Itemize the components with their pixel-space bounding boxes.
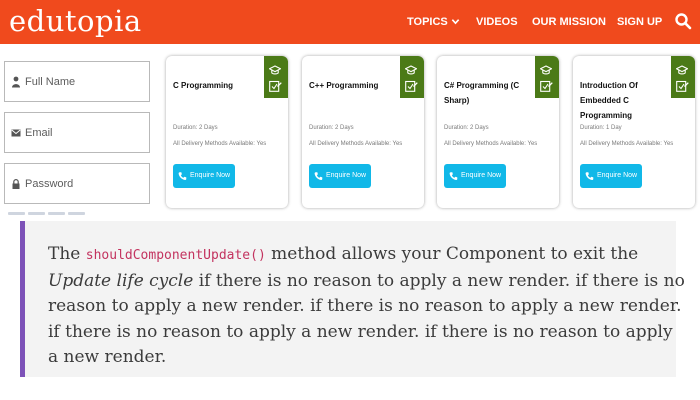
divider-segment: [28, 212, 45, 215]
edit-document-icon: [269, 80, 282, 92]
envelope-icon: [11, 129, 21, 137]
quote-lead: The: [48, 244, 86, 264]
divider-segment: [8, 212, 25, 215]
search-icon[interactable]: [674, 12, 692, 30]
course-title: C Programming: [173, 81, 234, 90]
edit-document-icon: [405, 80, 418, 92]
user-icon: [12, 76, 20, 88]
course-card-csharp-programming[interactable]: C# Programming (C Sharp) Duration: 2 Day…: [437, 56, 559, 208]
form-divider: [8, 212, 86, 215]
graduation-cap-icon: [676, 65, 688, 75]
enquire-now-label: Enquire Now: [326, 172, 367, 179]
blockquote-text: The shouldComponentUpdate() method allow…: [48, 242, 688, 371]
nav-topics-label: TOPICS: [407, 16, 448, 28]
enquire-now-label: Enquire Now: [190, 172, 231, 179]
chevron-down-icon: [451, 19, 460, 25]
graduation-cap-icon: [269, 65, 281, 75]
nav-videos[interactable]: VIDEOS: [476, 15, 518, 29]
course-duration: Duration: 2 Days: [444, 125, 489, 131]
enquire-now-label: Enquire Now: [461, 172, 502, 179]
course-delivery: All Delivery Methods Available: Yes: [444, 141, 538, 147]
course-delivery: All Delivery Methods Available: Yes: [580, 141, 674, 147]
nav-topics[interactable]: TOPICS: [407, 15, 460, 29]
full-name-field[interactable]: [4, 61, 150, 102]
course-title: Introduction Of Embedded C Programming: [580, 81, 638, 120]
enquire-now-button[interactable]: Enquire Now: [309, 164, 371, 188]
password-field[interactable]: [4, 163, 150, 204]
full-name-input[interactable]: [25, 72, 145, 92]
course-delivery: All Delivery Methods Available: Yes: [173, 141, 267, 147]
phone-icon: [314, 172, 323, 180]
course-card-cpp-programming[interactable]: C++ Programming Duration: 2 Days All Del…: [302, 56, 424, 208]
course-badge[interactable]: [535, 56, 559, 98]
quote-emphasis: Update life cycle: [48, 270, 194, 291]
course-card-c-programming[interactable]: C Programming Duration: 2 Days All Deliv…: [166, 56, 288, 208]
top-navbar: edutopia TOPICS VIDEOS OUR MISSION SIGN …: [0, 0, 700, 44]
phone-icon: [449, 172, 458, 180]
nav-sign-up[interactable]: SIGN UP: [617, 15, 662, 29]
graduation-cap-icon: [405, 65, 417, 75]
site-logo[interactable]: edutopia: [9, 3, 142, 39]
phone-icon: [585, 172, 594, 180]
phone-icon: [178, 172, 187, 180]
quote-part-2: method allows your Component to exit the: [265, 244, 639, 264]
edit-document-icon: [676, 80, 689, 92]
divider-segment: [68, 212, 85, 215]
course-title: C# Programming (C Sharp): [444, 81, 520, 105]
edit-document-icon: [540, 80, 553, 92]
password-input[interactable]: [25, 174, 145, 194]
inline-code: shouldComponentUpdate(): [85, 248, 266, 263]
enquire-now-button[interactable]: Enquire Now: [173, 164, 235, 188]
course-card-embedded-c[interactable]: Introduction Of Embedded C Programming D…: [573, 56, 695, 208]
course-duration: Duration: 2 Days: [309, 125, 354, 131]
course-delivery: All Delivery Methods Available: Yes: [309, 141, 403, 147]
enquire-now-label: Enquire Now: [597, 172, 638, 179]
course-badge[interactable]: [671, 56, 695, 98]
enquire-now-button[interactable]: Enquire Now: [580, 164, 642, 188]
enquire-now-button[interactable]: Enquire Now: [444, 164, 506, 188]
graduation-cap-icon: [540, 65, 552, 75]
nav-our-mission[interactable]: OUR MISSION: [532, 15, 606, 29]
lock-icon: [12, 179, 20, 189]
course-duration: Duration: 2 Days: [173, 125, 218, 131]
course-duration: Duration: 1 Day: [580, 125, 622, 131]
divider-segment: [48, 212, 65, 215]
email-input[interactable]: [25, 123, 145, 143]
course-badge[interactable]: [264, 56, 288, 98]
course-title: C++ Programming: [309, 81, 379, 90]
email-field[interactable]: [4, 112, 150, 153]
course-badge[interactable]: [400, 56, 424, 98]
